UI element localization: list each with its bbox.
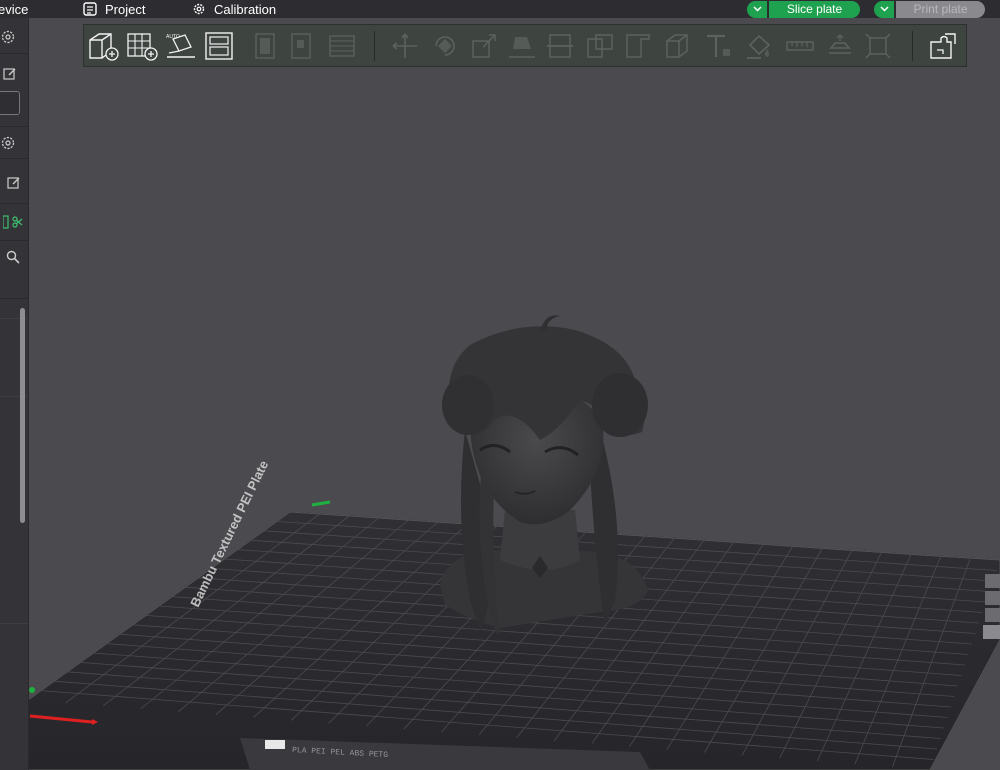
main-toolbar: AUTO [83, 24, 967, 67]
3d-viewport[interactable]: Bambu Textured PEI Plate PLA PEI PEL ABS… [0, 0, 1000, 770]
edit-icon[interactable] [0, 60, 24, 88]
print-dropdown-button[interactable] [874, 0, 894, 18]
slice-plate-button[interactable]: Slice plate [769, 0, 860, 18]
scale-icon[interactable] [468, 30, 500, 62]
support-paint-icon[interactable] [622, 30, 654, 62]
gear-icon[interactable] [0, 23, 22, 51]
arrange-layout-icon[interactable] [203, 30, 235, 62]
chevron-down-icon [879, 6, 889, 12]
view-tab-2[interactable] [985, 591, 1000, 605]
tab-project-label: Project [105, 1, 146, 17]
color-paint-icon[interactable] [744, 30, 776, 62]
tab-device[interactable]: evice [0, 0, 28, 18]
tab-calibration[interactable]: Calibration [192, 0, 276, 18]
left-sidebar [0, 18, 29, 770]
text-icon[interactable] [702, 30, 734, 62]
rotate-icon[interactable] [429, 30, 461, 62]
disabled-object-icon[interactable] [250, 30, 282, 62]
chevron-down-icon [752, 6, 762, 12]
cut-icon[interactable] [544, 30, 576, 62]
gear-icon[interactable] [0, 129, 22, 157]
search-icon[interactable] [0, 243, 27, 271]
sidebar-scrollbar[interactable] [20, 308, 25, 523]
plate-label: Bambu Textured PEI Plate [187, 458, 271, 609]
build-plate [27, 511, 1000, 770]
edit-icon[interactable] [0, 169, 28, 197]
auto-orient-icon[interactable]: AUTO [165, 30, 197, 62]
seam-paint-icon[interactable] [660, 30, 692, 62]
disabled-grid-icon[interactable] [326, 30, 358, 62]
add-plate-icon[interactable] [126, 30, 158, 62]
list-document-icon [83, 2, 97, 16]
measure-icon[interactable] [784, 30, 816, 62]
plate-tag-icon [265, 740, 285, 749]
view-tabs [983, 570, 1000, 640]
lay-on-face-icon[interactable] [506, 30, 538, 62]
eye-icon[interactable] [983, 625, 1000, 639]
print-plate-group: Print plate [874, 0, 985, 18]
gear-icon [192, 2, 206, 16]
scissors-icon[interactable] [0, 208, 28, 236]
variable-layer-icon[interactable] [824, 30, 856, 62]
3d-model-bust[interactable] [440, 315, 648, 635]
view-tab-1[interactable] [985, 574, 1000, 588]
split-parts-icon[interactable] [927, 30, 959, 62]
move-icon[interactable] [389, 30, 421, 62]
view-tab-3[interactable] [985, 608, 1000, 622]
mesh-boolean-icon[interactable] [584, 30, 616, 62]
print-plate-button[interactable]: Print plate [896, 0, 985, 18]
plate-tag: PLA PEI PEL ABS PETG [292, 746, 389, 760]
disabled-plate-icon[interactable] [286, 30, 318, 62]
add-cube-icon[interactable] [87, 30, 119, 62]
tab-project[interactable]: Project [83, 0, 145, 18]
axis-gizmo [29, 500, 331, 725]
slice-plate-group: Slice plate [747, 0, 860, 18]
assembly-icon[interactable] [862, 30, 894, 62]
tab-device-label: evice [0, 1, 29, 17]
top-bar: evice Project Calibration Slice plate Pr… [0, 0, 1000, 18]
filament-selector[interactable] [0, 91, 20, 115]
tab-calibration-label: Calibration [214, 1, 277, 17]
slice-dropdown-button[interactable] [747, 0, 767, 18]
